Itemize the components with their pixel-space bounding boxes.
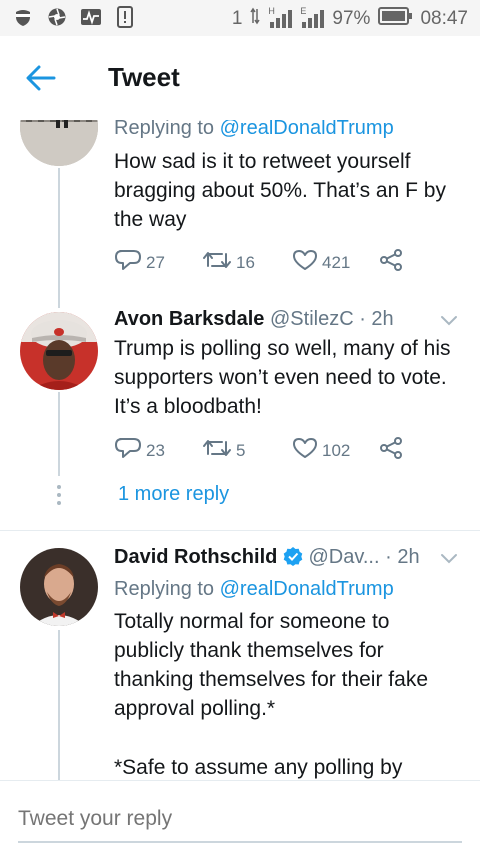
aperture-icon xyxy=(46,6,68,28)
retweet-icon xyxy=(202,248,232,277)
display-name[interactable]: David Rothschild xyxy=(114,546,277,568)
retweet-button[interactable]: 5 xyxy=(202,436,292,465)
transfer-arrows-icon xyxy=(250,7,261,31)
reply-icon xyxy=(114,248,142,277)
reply-composer xyxy=(0,780,480,855)
share-button[interactable] xyxy=(378,436,404,465)
activity-monitor-icon xyxy=(80,6,102,28)
reply-button[interactable]: 23 xyxy=(114,436,202,465)
shield-icon xyxy=(12,6,34,28)
data-transfer-indicator: 1 xyxy=(231,8,243,29)
retweet-count: 16 xyxy=(236,252,255,272)
status-bar: 1 H E 97% 08:47 xyxy=(0,0,480,36)
tweet-text: Trump is polling so well, many of his su… xyxy=(114,337,451,418)
tweet-actions: 27 16 421 xyxy=(114,248,404,277)
tweet-header: David Rothschild @Dav... · 2h xyxy=(114,542,420,575)
signal-icon-2: E xyxy=(300,6,325,28)
more-replies-dots-icon xyxy=(56,484,62,511)
reply-mention-link[interactable]: @realDonaldTrump xyxy=(220,578,394,600)
tweet-actions: 23 5 102 xyxy=(114,436,404,465)
heart-icon xyxy=(292,436,318,465)
reply-context: Replying to @realDonaldTrump xyxy=(114,120,394,143)
avatar[interactable] xyxy=(20,548,98,626)
reply-feed[interactable]: Replying to @realDonaldTrump How sad is … xyxy=(0,120,480,780)
user-handle[interactable]: @Dav... xyxy=(308,546,379,568)
divider xyxy=(0,530,480,531)
display-name[interactable]: Avon Barksdale xyxy=(114,308,264,330)
avatar[interactable] xyxy=(20,312,98,390)
thread-line xyxy=(58,168,60,308)
reply-mention-link[interactable]: @realDonaldTrump xyxy=(220,120,394,139)
reply-count: 23 xyxy=(146,440,165,460)
tweet-time: · 2h xyxy=(385,546,420,568)
like-button[interactable]: 421 xyxy=(292,248,378,277)
battery-percent: 97% xyxy=(332,8,371,29)
thread-line xyxy=(58,392,60,476)
battery-icon xyxy=(378,7,413,31)
share-button[interactable] xyxy=(378,248,404,277)
tweet-text: How sad is it to retweet yourself braggi… xyxy=(114,150,446,231)
tweet-time: · 2h xyxy=(359,308,394,330)
more-replies-link[interactable]: 1 more reply xyxy=(118,483,229,506)
avatar[interactable] xyxy=(20,120,98,166)
tweet-text-continued: *Safe to assume any polling by xyxy=(114,756,403,779)
reply-input[interactable] xyxy=(18,803,462,843)
chevron-down-icon[interactable] xyxy=(440,552,458,564)
reply-button[interactable]: 27 xyxy=(114,248,202,277)
tweet-text: Totally normal for someone to publicly t… xyxy=(114,610,428,720)
thread-line xyxy=(58,630,60,780)
share-icon xyxy=(378,436,404,465)
sim-alert-icon xyxy=(114,6,136,28)
heart-icon xyxy=(292,248,318,277)
chevron-down-icon[interactable] xyxy=(440,314,458,326)
share-icon xyxy=(378,248,404,277)
app-bar: Tweet xyxy=(0,36,480,120)
user-handle[interactable]: @StilezC xyxy=(270,308,354,330)
verified-badge-icon xyxy=(283,545,303,575)
reply-prefix: Replying to xyxy=(114,578,215,600)
like-count: 102 xyxy=(322,440,351,460)
reply-icon xyxy=(114,436,142,465)
like-button[interactable]: 102 xyxy=(292,436,378,465)
signal-icon-1: H xyxy=(268,6,293,28)
tweet-header: Avon Barksdale @StilezC · 2h xyxy=(114,304,394,334)
back-arrow-icon[interactable] xyxy=(26,64,56,92)
page-title: Tweet xyxy=(108,62,180,92)
reply-prefix: Replying to xyxy=(114,120,215,139)
clock: 08:47 xyxy=(420,8,468,29)
retweet-button[interactable]: 16 xyxy=(202,248,292,277)
retweet-count: 5 xyxy=(236,440,246,460)
reply-count: 27 xyxy=(146,252,165,272)
like-count: 421 xyxy=(322,252,351,272)
retweet-icon xyxy=(202,436,232,465)
reply-context: Replying to @realDonaldTrump xyxy=(114,574,394,604)
